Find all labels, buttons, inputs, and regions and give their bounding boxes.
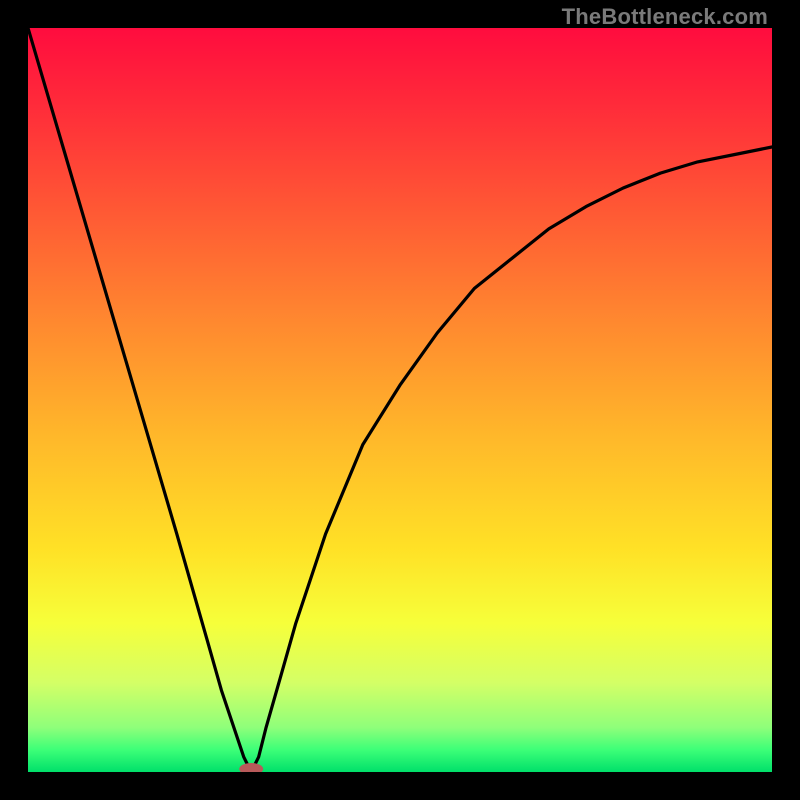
watermark-text: TheBottleneck.com [562, 4, 768, 30]
chart-frame [28, 28, 772, 772]
chart-svg [28, 28, 772, 772]
chart-background-gradient [28, 28, 772, 772]
